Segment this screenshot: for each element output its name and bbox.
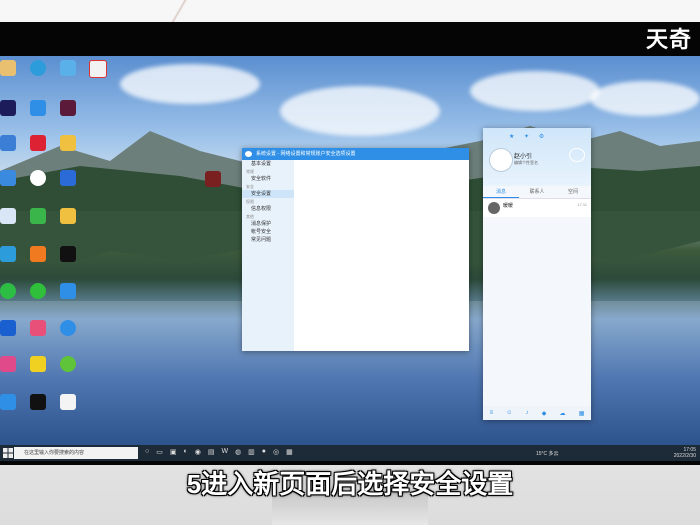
desktop-icon[interactable] (55, 208, 81, 224)
weather-icon[interactable] (569, 148, 585, 162)
desktop-icon[interactable] (25, 208, 51, 224)
desktop-icon[interactable] (0, 100, 21, 116)
taskbar-app-icon[interactable]: ● (262, 448, 266, 456)
qq-nickname: 赵小引 (514, 154, 533, 160)
cloud-icon[interactable]: ☁ (560, 410, 566, 417)
desktop-icon[interactable] (55, 283, 81, 299)
qq-toolbar-icons[interactable]: ★ ✦ ⚙ (509, 133, 548, 140)
desktop-screen: 系统设置 - 网络设置和常规账户安全选项设置 基本设置 常规 安全软件 安全 安全设置权… (0, 56, 700, 461)
taskbar-app-icon[interactable]: ◉ (195, 448, 201, 456)
desktop-icon[interactable] (25, 170, 51, 186)
desktop-icon[interactable] (55, 170, 81, 186)
sidebar-item[interactable]: 常见问题 (242, 236, 294, 244)
video-subtitle: 5进入新页面后选择安全设置 (186, 469, 514, 499)
sidebar-item[interactable]: 安全软件 (242, 175, 294, 183)
desktop-icon[interactable] (55, 320, 81, 336)
taskbar-app-icon[interactable]: ▭ (156, 448, 163, 456)
desktop-icon[interactable] (0, 170, 21, 186)
monitor: 系统设置 - 网络设置和常规账户安全选项设置 基本设置 常规 安全软件 安全 安全设置权… (0, 22, 700, 465)
taskbar-apps: ○ ▭ ▣ ◐ ◉ ▤ W ◍ ▥ ● ◎ ▦ (145, 448, 293, 456)
settings-titlebar: 系统设置 - 网络设置和常规账户安全选项设置 (242, 148, 469, 160)
desktop-image-file[interactable] (200, 171, 226, 187)
taskbar-app-icon[interactable]: ▥ (248, 448, 255, 456)
desktop-icon[interactable] (0, 394, 21, 410)
qq-tabs: 消息 联系人 空间 (483, 186, 591, 199)
desktop-icon[interactable] (25, 394, 51, 410)
desktop-icon[interactable] (25, 246, 51, 262)
contacts-icon[interactable]: ☺ (506, 410, 512, 416)
desktop-icon[interactable] (0, 208, 21, 224)
taskbar-app-icon[interactable]: ◐ (183, 448, 187, 456)
sidebar-item[interactable]: 安全设置 (242, 190, 294, 198)
settings-window: 系统设置 - 网络设置和常规账户安全选项设置 基本设置 常规 安全软件 安全 安全设置权… (242, 148, 469, 351)
taskbar-app-icon[interactable]: ▦ (286, 448, 293, 456)
settings-sidebar: 基本设置 常规 安全软件 安全 安全设置 权限 信息权限 其他 消息保护 帐号安全 常见问题 (242, 160, 294, 351)
search-input[interactable]: 在这里输入你要搜索的内容 (14, 447, 138, 459)
taskbar-app-icon[interactable]: W (221, 448, 228, 456)
qq-main-window: ★ ✦ ⚙ 赵小引 编辑个性签名 消息 联系人 空间 暖暖 17:11 ≡ ☺ … (483, 128, 591, 420)
desktop-icon[interactable] (55, 394, 81, 410)
desktop-icon[interactable] (0, 246, 21, 262)
task-view-icon[interactable]: ○ (145, 448, 149, 456)
desktop-icon[interactable] (55, 356, 81, 372)
sidebar-section-header: 权限 (246, 199, 254, 204)
desktop-icon[interactable] (0, 135, 21, 151)
clock-date: 2022/2/30 (673, 453, 696, 459)
chat-name: 暖暖 (503, 203, 514, 209)
taskbar: 在这里输入你要搜索的内容 ○ ▭ ▣ ◐ ◉ ▤ W ◍ ▥ ● ◎ ▦ 15°… (0, 445, 700, 461)
desktop-icon[interactable] (25, 283, 51, 299)
taskbar-app-icon[interactable]: ◍ (235, 448, 241, 456)
settings-title: 系统设置 - 网络设置和常规账户安全选项设置 (256, 151, 356, 157)
weather-status[interactable]: 15°C 多云 (536, 450, 559, 457)
desktop-icon[interactable] (25, 320, 51, 336)
sidebar-item[interactable]: 帐号安全 (242, 228, 294, 236)
sidebar-section-header: 常规 (246, 169, 254, 174)
desktop-icon[interactable] (25, 356, 51, 372)
taskbar-app-icon[interactable]: ▣ (170, 448, 177, 456)
tab-messages[interactable]: 消息 (483, 186, 519, 198)
qq-header: ★ ✦ ⚙ 赵小引 编辑个性签名 (483, 128, 591, 186)
sidebar-item[interactable]: 基本设置 (242, 160, 294, 168)
desktop-icon[interactable] (85, 60, 111, 78)
avatar[interactable] (489, 148, 513, 172)
list-item[interactable]: 暖暖 17:11 (483, 199, 591, 217)
qq-logo-icon (245, 151, 252, 157)
music-icon[interactable]: ♪ (526, 410, 529, 416)
qq-signature[interactable]: 编辑个性签名 (514, 160, 538, 166)
desktop-icon[interactable] (25, 135, 51, 151)
desktop-icon[interactable] (0, 60, 21, 76)
menu-icon[interactable]: ≡ (490, 410, 494, 416)
taskbar-app-icon[interactable]: ▤ (208, 448, 215, 456)
sidebar-item[interactable]: 消息保护 (242, 220, 294, 228)
desktop-icon[interactable] (0, 283, 21, 299)
desktop-icon[interactable] (55, 100, 81, 116)
desktop-icon[interactable] (55, 60, 81, 76)
background-line (160, 0, 200, 22)
apps-icon[interactable]: ▦ (579, 410, 585, 417)
desktop-icon[interactable] (55, 246, 81, 262)
tab-space[interactable]: 空间 (555, 186, 591, 198)
watermark-logo: 天奇 (645, 27, 692, 52)
desktop-icon[interactable] (0, 320, 21, 336)
sidebar-section-header: 安全 (246, 184, 254, 189)
desktop-icon[interactable] (0, 356, 21, 372)
clock[interactable]: 17:05 2022/2/30 (674, 447, 696, 459)
taskbar-app-icon[interactable]: ◎ (273, 448, 279, 456)
desktop-icon[interactable] (25, 100, 51, 116)
sidebar-section-header: 其他 (246, 214, 254, 219)
avatar (488, 202, 500, 214)
chat-time: 17:11 (577, 202, 587, 207)
qq-bottom-toolbar: ≡ ☺ ♪ ◆ ☁ ▦ (483, 406, 591, 420)
windows-start-icon[interactable] (3, 448, 13, 458)
desktop-icon[interactable] (25, 60, 51, 76)
desktop-icon[interactable] (55, 135, 81, 151)
sidebar-item[interactable]: 信息权限 (242, 205, 294, 213)
settings-content (294, 160, 469, 351)
game-icon[interactable]: ◆ (542, 410, 547, 417)
tab-contacts[interactable]: 联系人 (519, 186, 555, 198)
